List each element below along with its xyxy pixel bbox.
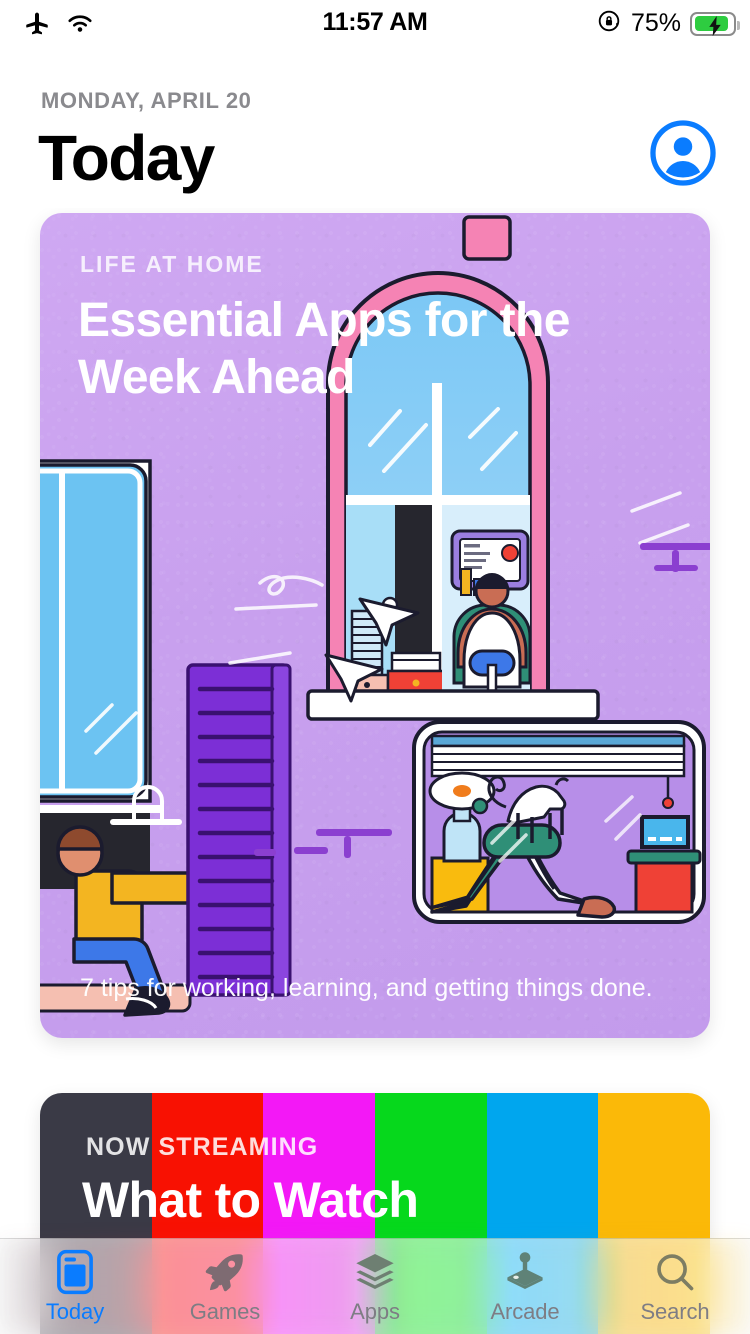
header-date: MONDAY, APRIL 20 — [41, 88, 252, 113]
tab-today[interactable]: Today — [0, 1239, 150, 1325]
search-icon — [653, 1249, 697, 1295]
user-avatar-icon[interactable] — [650, 120, 716, 186]
tab-bar: Today Games Apps Arcade Search — [0, 1238, 750, 1334]
status-bar-right: 75% — [596, 8, 740, 39]
tab-label: Search — [640, 1299, 710, 1324]
tab-arcade[interactable]: Arcade — [450, 1239, 600, 1325]
tab-apps[interactable]: Apps — [300, 1239, 450, 1325]
tab-label: Today — [45, 1299, 105, 1324]
battery-percentage: 75% — [630, 9, 681, 37]
tab-search[interactable]: Search — [600, 1239, 750, 1325]
joystick-icon — [503, 1249, 547, 1295]
card-eyebrow: LIFE AT HOME — [80, 251, 264, 277]
status-bar: 11:57 AM 75% — [0, 0, 750, 46]
rotation-lock-icon — [596, 8, 622, 39]
card-title: What to Watch — [82, 1172, 419, 1228]
feature-card-life-at-home[interactable]: LIFE AT HOME Essential Apps for the Week… — [40, 213, 710, 1038]
tab-label: Games — [189, 1299, 261, 1324]
card-caption: 7 tips for working, learning, and gettin… — [80, 973, 653, 1002]
page-title: Today — [38, 122, 215, 194]
tab-label: Apps — [350, 1299, 400, 1324]
card-eyebrow: NOW STREAMING — [86, 1133, 319, 1161]
page-header: MONDAY, APRIL 20 Today — [0, 46, 750, 208]
layers-stack-icon — [352, 1249, 398, 1295]
rocket-icon — [203, 1249, 247, 1295]
today-card-icon — [54, 1249, 96, 1295]
tab-games[interactable]: Games — [150, 1239, 300, 1325]
today-feed-scroll[interactable]: LIFE AT HOME Essential Apps for the Week… — [0, 208, 750, 1334]
card-title: Essential Apps for the Week Ahead — [78, 294, 570, 404]
battery-charging-icon — [690, 11, 740, 36]
tab-label: Arcade — [490, 1299, 560, 1324]
